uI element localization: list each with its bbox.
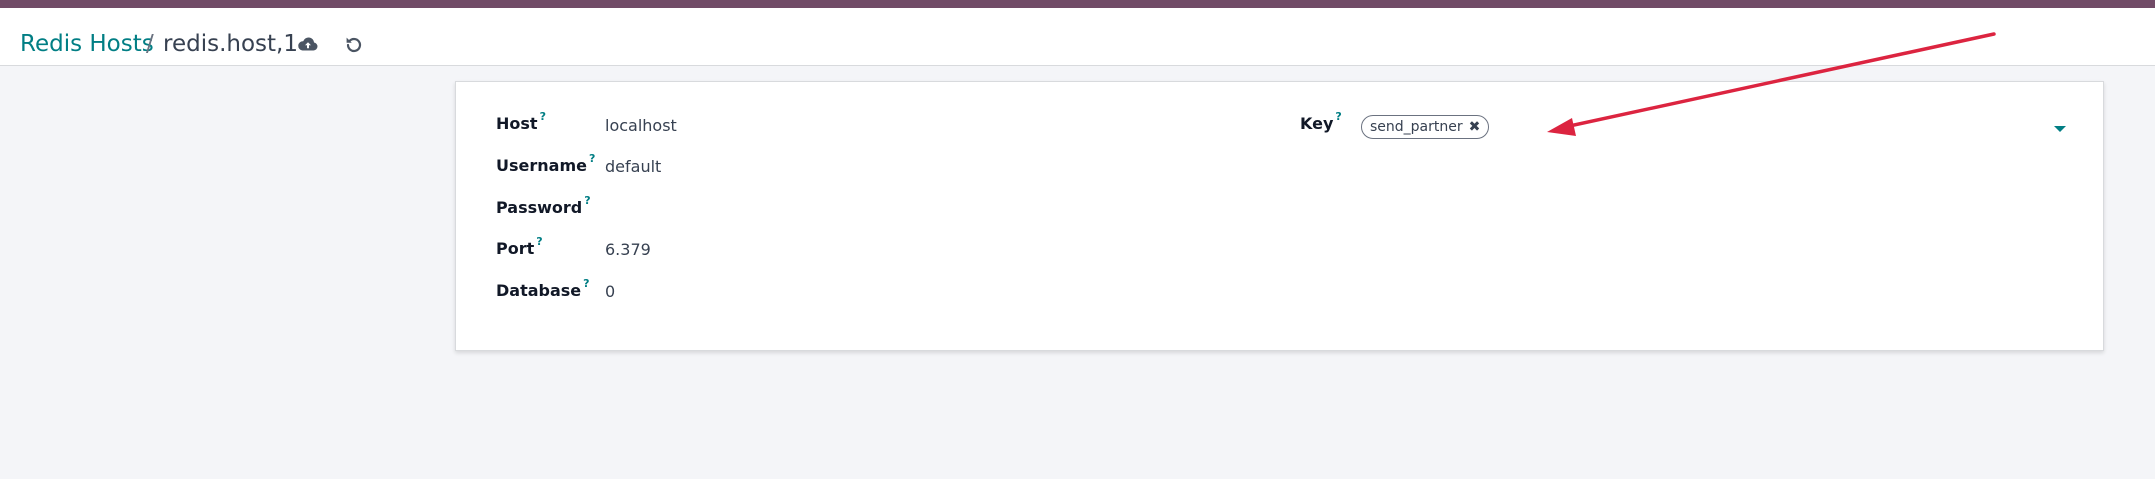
database-field[interactable]: 0 xyxy=(605,282,615,301)
save-button[interactable] xyxy=(296,32,320,56)
port-label-text: Port xyxy=(496,239,535,258)
username-field[interactable]: default xyxy=(605,157,661,176)
database-help-icon[interactable]: ? xyxy=(583,277,589,290)
breadcrumb-parent-link[interactable]: Redis Hosts xyxy=(20,30,154,58)
key-help-icon[interactable]: ? xyxy=(1335,110,1341,123)
close-icon[interactable]: ✖ xyxy=(1469,116,1481,138)
breadcrumb-current: redis.host,1 xyxy=(163,31,298,57)
cloud-upload-icon xyxy=(298,37,318,51)
host-label: Host? xyxy=(496,110,546,133)
key-tag: send_partner ✖ xyxy=(1361,115,1490,139)
port-field[interactable]: 6.379 xyxy=(605,240,651,259)
undo-icon xyxy=(346,37,362,53)
breadcrumb-separator: / xyxy=(146,31,154,57)
caret-down-icon[interactable] xyxy=(2054,126,2066,132)
database-label: Database? xyxy=(496,277,590,300)
port-label: Port? xyxy=(496,235,543,258)
form-sheet: Host? localhost Username? default Passwo… xyxy=(455,81,2104,351)
control-panel: Redis Hosts / redis.host,1 xyxy=(0,8,2155,66)
password-help-icon[interactable]: ? xyxy=(584,194,590,207)
host-help-icon[interactable]: ? xyxy=(540,110,546,123)
password-label-text: Password xyxy=(496,198,583,217)
username-label: Username? xyxy=(496,152,595,175)
key-tag-label: send_partner xyxy=(1370,119,1463,135)
key-label-text: Key xyxy=(1300,114,1334,133)
username-help-icon[interactable]: ? xyxy=(589,152,595,165)
port-help-icon[interactable]: ? xyxy=(536,235,542,248)
discard-button[interactable] xyxy=(342,32,366,56)
database-label-text: Database xyxy=(496,281,582,300)
top-brand-bar xyxy=(0,0,2155,8)
password-field[interactable] xyxy=(605,199,905,219)
host-label-text: Host xyxy=(496,114,538,133)
username-label-text: Username xyxy=(496,156,587,175)
key-label: Key? xyxy=(1300,110,1342,133)
password-label: Password? xyxy=(496,194,591,217)
host-field[interactable]: localhost xyxy=(605,116,677,135)
